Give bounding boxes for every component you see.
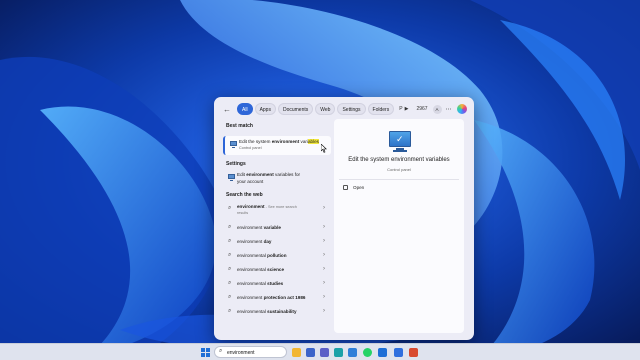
chevron-right-icon: › [323,294,325,300]
results-list: Best match Edit the system environment v… [214,121,334,340]
settings-monitor-icon [228,174,235,181]
preview-title: Edit the system environment variables [348,157,450,163]
search-icon: ⌕ [228,238,232,244]
chevron-right-icon: › [323,238,325,244]
best-match-subtitle: Control panel [239,146,262,150]
best-match-title: Edit the system environment variables [239,139,319,144]
web-result-text: environment day [237,239,272,244]
web-result-text: environmental science [237,267,284,272]
search-icon: ⌕ [228,308,232,314]
settings-label: Settings [226,161,246,167]
web-result[interactable]: ⌕ environment day › [223,235,331,249]
search-web-label: Search the web [226,192,263,198]
filter-web[interactable]: Web [315,103,336,115]
avatar[interactable]: A [432,104,442,114]
web-result[interactable]: ⌕ environmental studies › [223,277,331,291]
web-result-text: environmental sustainability [237,309,297,314]
chevron-right-icon: › [323,252,325,258]
play-icon[interactable]: ▶ [405,106,409,112]
divider [339,179,459,180]
preview-pane: ✓ Edit the system environment variables … [334,119,464,333]
filter-all[interactable]: All [237,103,253,115]
store-icon[interactable] [306,348,315,357]
filter-settings[interactable]: Settings [337,103,366,115]
chevron-right-icon: › [323,308,325,314]
todo-icon[interactable] [394,348,403,357]
taskbar: ⌕ [0,343,640,360]
mail-icon[interactable] [378,348,387,357]
edge-icon[interactable] [334,348,343,357]
office-icon[interactable] [409,348,418,357]
filter-documents[interactable]: Documents [277,103,314,115]
web-result[interactable]: ⌕ environmental pollution › [223,249,331,263]
mouse-cursor-icon [321,144,327,153]
web-result-text: environmental pollution [237,253,287,258]
web-result-subtext: results [237,211,249,215]
settings-result-line1: Edit environment variables for [237,172,301,177]
system-properties-large-icon: ✓ [389,131,411,147]
search-filter-bar: ← All Apps Documents Web Settings Folder… [214,97,474,121]
ellipsis-icon[interactable]: ⋯ [446,106,452,113]
web-result[interactable]: ⌕ environmental science › [223,263,331,277]
web-result-text: environment variable [237,225,281,230]
search-icon: ⌕ [228,205,232,211]
open-icon [343,185,348,190]
open-action[interactable]: Open [343,185,364,190]
web-result-text: environment - See more search [237,204,297,209]
search-flyout: ← All Apps Documents Web Settings Folder… [214,97,474,340]
best-match-result[interactable]: Edit the system environment variables Co… [223,136,331,155]
web-result-text: environment protection act 1986 [237,295,306,300]
web-result[interactable]: ⌕ environment protection act 1986 › [223,291,331,305]
filter-apps[interactable]: Apps [254,103,276,115]
chevron-right-icon: › [323,205,325,211]
filter-folders[interactable]: Folders [367,103,395,115]
web-result-text: environmental studies [237,281,284,286]
taskbar-search-box[interactable]: ⌕ [214,346,287,358]
search-icon: ⌕ [228,224,232,230]
chevron-right-icon: › [323,224,325,230]
search-icon: ⌕ [228,280,232,286]
rewards-points[interactable]: 2967 [416,106,427,112]
photos-icon[interactable] [348,348,357,357]
system-properties-icon [230,141,237,148]
open-label: Open [353,185,365,190]
settings-result-line2: your account [237,179,264,184]
search-icon: ⌕ [219,348,223,354]
chevron-right-icon: › [323,280,325,286]
back-arrow-icon[interactable]: ← [223,105,237,114]
best-match-label: Best match [226,123,253,129]
filter-more[interactable]: P [399,106,402,112]
search-input[interactable] [227,348,283,357]
windows-start-icon[interactable] [201,348,210,357]
chevron-right-icon: › [323,266,325,272]
search-icon: ⌕ [228,294,232,300]
search-icon: ⌕ [228,252,232,258]
preview-subtitle: Control panel [387,167,411,172]
web-result[interactable]: ⌕ environment variable › [223,221,331,235]
search-icon: ⌕ [228,266,232,272]
copilot-icon[interactable] [456,104,467,114]
teams-icon[interactable] [320,348,329,357]
whatsapp-icon[interactable] [363,348,372,357]
web-result[interactable]: ⌕ environmental sustainability › [223,305,331,319]
file-explorer-icon[interactable] [292,348,301,357]
web-result-see-more[interactable]: ⌕ environment - See more search results … [223,202,331,219]
settings-result[interactable]: Edit environment variables for your acco… [223,171,331,187]
